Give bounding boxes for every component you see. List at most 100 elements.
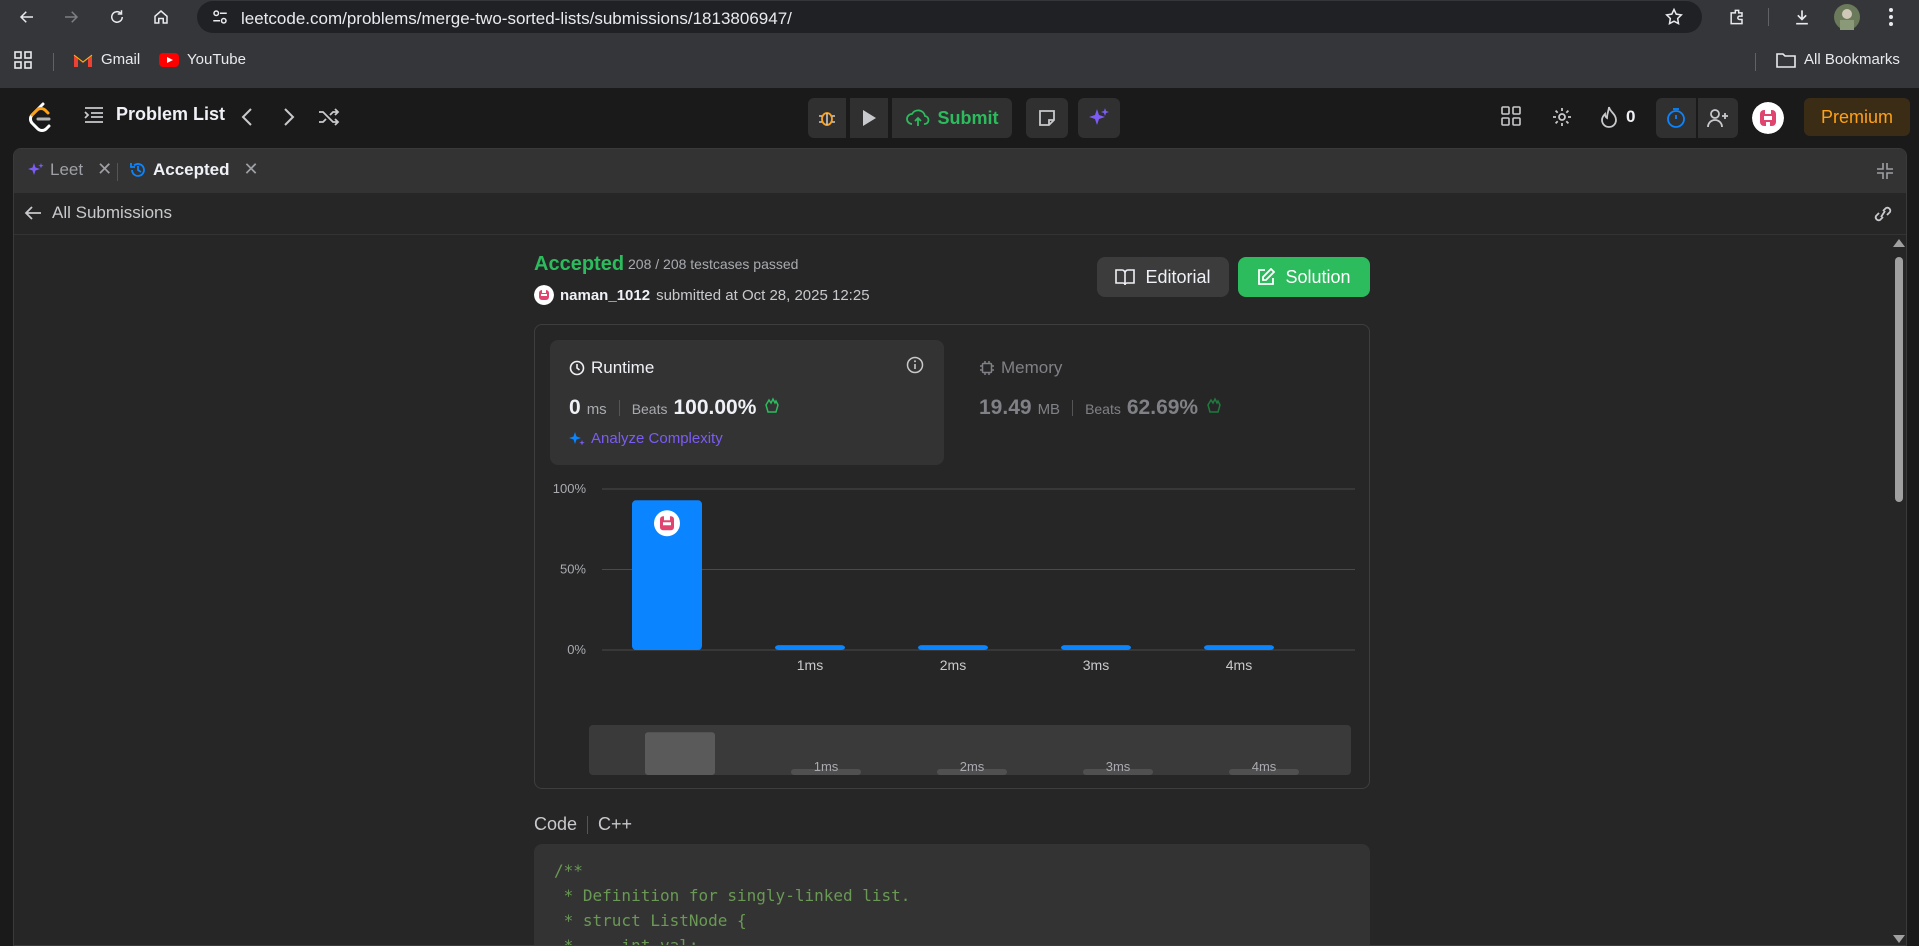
close-icon[interactable]: ✕ bbox=[97, 159, 112, 180]
solution-button[interactable]: Solution bbox=[1238, 257, 1370, 297]
code-block[interactable]: /** * Definition for singly-linked list.… bbox=[534, 844, 1370, 946]
y-tick-label: 100% bbox=[553, 481, 587, 496]
all-bookmarks[interactable]: All Bookmarks bbox=[1776, 51, 1900, 68]
all-submissions-link[interactable]: All Submissions bbox=[24, 203, 172, 223]
streak-counter[interactable]: 0 bbox=[1600, 106, 1635, 128]
scroll-down-arrow[interactable] bbox=[1893, 935, 1905, 943]
range-tick-label: 2ms bbox=[960, 759, 985, 774]
back-icon[interactable] bbox=[12, 2, 42, 32]
ai-assistant-button[interactable] bbox=[1078, 98, 1120, 138]
user-avatar-marker bbox=[654, 510, 680, 537]
shuffle-icon[interactable] bbox=[318, 108, 340, 126]
runtime-beats-value: 100.00% bbox=[673, 396, 757, 419]
stopwatch-icon bbox=[1667, 108, 1685, 128]
runtime-box[interactable]: Runtime 0 ms Beats 100.00% Analyze Compl… bbox=[550, 340, 944, 465]
chart-bar bbox=[1204, 645, 1274, 650]
close-icon[interactable]: ✕ bbox=[244, 159, 259, 180]
editorial-button[interactable]: Editorial bbox=[1097, 257, 1229, 297]
forward-icon[interactable] bbox=[56, 2, 86, 32]
url-text[interactable]: leetcode.com/problems/merge-two-sorted-l… bbox=[241, 9, 792, 29]
settings-gear-icon[interactable] bbox=[1551, 106, 1573, 128]
code-language: C++ bbox=[598, 814, 633, 834]
submission-panel: Leet ✕ Accepted ✕ All Submissions Accept… bbox=[13, 148, 1907, 946]
memory-value-row: 19.49 MB Beats 62.69% bbox=[979, 396, 1222, 420]
range-selector-svg[interactable]: 1ms 2ms 3ms 4ms bbox=[589, 725, 1351, 775]
code-line: * int val; bbox=[554, 936, 699, 946]
bookmark-star-icon[interactable] bbox=[1664, 7, 1684, 27]
next-problem-icon[interactable] bbox=[282, 106, 296, 128]
editorial-label: Editorial bbox=[1145, 266, 1211, 287]
x-tick-label: 2ms bbox=[940, 657, 966, 673]
code-header: Code C++ bbox=[534, 814, 632, 835]
youtube-icon bbox=[159, 52, 179, 67]
chart-range-selector[interactable]: 1ms 2ms 3ms 4ms bbox=[589, 725, 1351, 775]
bookmark-youtube[interactable]: YouTube bbox=[159, 51, 246, 68]
site-settings-icon[interactable] bbox=[211, 8, 229, 26]
beats-label: Beats bbox=[631, 401, 668, 417]
scroll-up-arrow[interactable] bbox=[1893, 239, 1905, 247]
vertical-scrollbar[interactable] bbox=[1890, 235, 1906, 945]
clock-icon bbox=[569, 360, 585, 376]
share-link-icon[interactable] bbox=[1872, 205, 1894, 223]
folder-icon bbox=[1776, 52, 1796, 68]
book-icon bbox=[1115, 269, 1136, 286]
leetcode-logo-icon[interactable] bbox=[26, 102, 54, 134]
beats-label: Beats bbox=[1085, 401, 1121, 417]
tab-label: Leet bbox=[50, 159, 84, 179]
extensions-icon[interactable] bbox=[1722, 2, 1752, 32]
tab-accepted[interactable]: Accepted ✕ bbox=[129, 159, 259, 180]
submitter-username[interactable]: naman_1012 bbox=[560, 287, 650, 304]
code-line: /** bbox=[554, 861, 583, 880]
collapse-icon[interactable] bbox=[1876, 162, 1894, 180]
streak-count: 0 bbox=[1626, 107, 1636, 126]
home-icon[interactable] bbox=[146, 2, 176, 32]
scroll-thumb[interactable] bbox=[1895, 257, 1903, 502]
user-avatar[interactable] bbox=[1752, 102, 1784, 134]
avatar-detail bbox=[664, 515, 670, 521]
toolbar-divider bbox=[1768, 8, 1769, 26]
y-tick-label: 50% bbox=[560, 562, 586, 577]
apps-grid-icon[interactable] bbox=[14, 51, 32, 69]
run-submit-group: Submit bbox=[808, 98, 1120, 138]
memory-box[interactable]: Memory 19.49 MB Beats 62.69% bbox=[960, 340, 1354, 465]
runtime-title: Runtime bbox=[569, 358, 654, 378]
bookmarks-divider bbox=[1755, 53, 1756, 71]
chart-bar bbox=[918, 645, 988, 650]
add-user-icon bbox=[1707, 109, 1728, 128]
info-icon[interactable] bbox=[906, 356, 924, 374]
clap-hands-icon bbox=[765, 397, 780, 413]
profile-avatar[interactable] bbox=[1832, 2, 1862, 32]
runtime-unit: ms bbox=[586, 401, 607, 418]
add-friend-button[interactable] bbox=[1698, 98, 1738, 138]
gmail-icon bbox=[73, 54, 93, 67]
timer-button[interactable] bbox=[1656, 98, 1696, 138]
problem-list-button[interactable]: Problem List bbox=[84, 104, 225, 125]
run-button[interactable] bbox=[850, 98, 888, 138]
runtime-chart-svg: 100% 50% 0% 1ms 2ms 3ms 4ms bbox=[553, 481, 1355, 673]
submitter-info: naman_1012 submitted at Oct 28, 2025 12:… bbox=[534, 285, 870, 305]
tab-leet[interactable]: Leet ✕ bbox=[28, 159, 112, 180]
x-tick-label: 1ms bbox=[797, 657, 823, 673]
chart-bar bbox=[1061, 645, 1131, 650]
address-bar[interactable]: leetcode.com/problems/merge-two-sorted-l… bbox=[197, 1, 1702, 33]
submitter-avatar[interactable] bbox=[534, 285, 554, 305]
browser-menu-icon[interactable] bbox=[1876, 2, 1906, 32]
list-icon bbox=[84, 106, 103, 123]
submit-button[interactable]: Submit bbox=[892, 98, 1012, 138]
reload-icon[interactable] bbox=[102, 2, 132, 32]
prev-problem-icon[interactable] bbox=[240, 106, 254, 128]
bookmark-gmail[interactable]: Gmail bbox=[73, 51, 140, 68]
layout-icon[interactable] bbox=[1501, 106, 1521, 126]
runtime-value: 0 bbox=[569, 396, 581, 419]
premium-button[interactable]: Premium bbox=[1804, 98, 1910, 136]
sparkle-icon bbox=[1089, 108, 1109, 125]
submission-subbar: All Submissions bbox=[14, 193, 1906, 235]
analyze-complexity-link[interactable]: Analyze Complexity bbox=[569, 430, 723, 447]
download-icon[interactable] bbox=[1787, 2, 1817, 32]
notes-button[interactable] bbox=[1026, 98, 1068, 138]
code-line: * struct ListNode { bbox=[554, 911, 747, 930]
cloud-upload-icon bbox=[905, 109, 929, 126]
note-icon bbox=[1039, 110, 1055, 126]
sparkle-icon bbox=[28, 162, 44, 175]
debug-button[interactable] bbox=[808, 98, 846, 138]
